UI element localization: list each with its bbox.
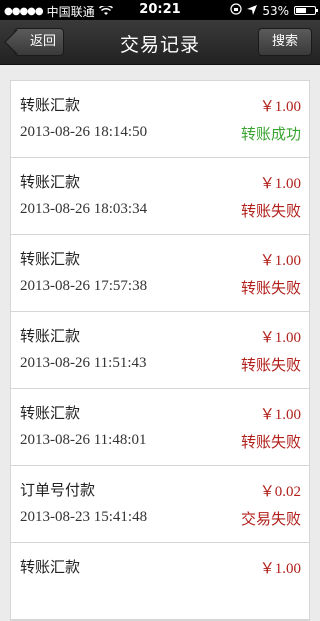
transaction-row[interactable]: 转账汇款 ￥1.00 2013-08-26 18:03:34 转账失败 xyxy=(11,158,309,235)
navigation-bar: 返回 交易记录 搜索 xyxy=(0,20,320,65)
transaction-type: 转账汇款 xyxy=(20,173,81,191)
transaction-type: 转账汇款 xyxy=(20,327,81,345)
transaction-row[interactable]: 转账汇款 ￥1.00 2013-08-26 11:48:01 转账失败 xyxy=(11,389,309,466)
search-button[interactable]: 搜索 xyxy=(258,28,312,56)
lock-rotation-icon xyxy=(230,3,242,18)
transaction-row[interactable]: 转账汇款 ￥1.00 2013-08-26 17:57:38 转账失败 xyxy=(11,235,309,312)
transaction-time: 2013-08-23 15:41:48 xyxy=(20,509,148,525)
transaction-type: 转账汇款 xyxy=(20,558,81,576)
transaction-time: 2013-08-26 17:57:38 xyxy=(20,278,148,294)
transaction-status: 转账失败 xyxy=(240,356,301,374)
transaction-status: 转账成功 xyxy=(240,125,301,143)
transaction-row[interactable]: 转账汇款 ￥1.00 2013-08-26 18:14:50 转账成功 xyxy=(11,81,309,158)
transaction-time: 2013-08-26 18:14:50 xyxy=(20,124,148,140)
transaction-status: 转账失败 xyxy=(240,279,301,297)
transaction-time: 2013-08-26 18:03:34 xyxy=(20,201,148,217)
transaction-status: 交易失败 xyxy=(240,510,301,528)
transaction-type: 转账汇款 xyxy=(20,96,81,114)
location-arrow-icon xyxy=(247,4,258,18)
transaction-time: 2013-08-26 11:51:43 xyxy=(20,355,147,371)
battery-icon xyxy=(294,6,318,15)
transaction-amount: ￥0.02 xyxy=(259,484,301,500)
transaction-list: 转账汇款 ￥1.00 2013-08-26 18:14:50 转账成功 转账汇款 ￥1.0… xyxy=(10,80,310,621)
battery-percent: 53% xyxy=(262,3,289,18)
transaction-amount: ￥1.00 xyxy=(259,99,301,115)
transaction-status: 转账失败 xyxy=(240,202,301,220)
transaction-row[interactable]: 转账汇款 ￥1.00 xyxy=(11,543,309,620)
transaction-type: 转账汇款 xyxy=(20,250,81,268)
transaction-type: 订单号付款 xyxy=(20,481,96,499)
transaction-time: 2013-08-26 11:48:01 xyxy=(20,432,147,448)
transaction-amount: ￥1.00 xyxy=(259,176,301,192)
status-bar: ●●●●● 中国联通 20:21 53% xyxy=(0,0,320,20)
transaction-amount: ￥1.00 xyxy=(259,253,301,269)
transaction-row[interactable]: 订单号付款 ￥0.02 2013-08-23 15:41:48 交易失败 xyxy=(11,466,309,543)
status-right: 53% xyxy=(230,3,318,18)
transaction-status: 转账失败 xyxy=(240,433,301,451)
transaction-row[interactable]: 转账汇款 ￥1.00 2013-08-26 11:51:43 转账失败 xyxy=(11,312,309,389)
transaction-amount: ￥1.00 xyxy=(259,330,301,346)
transaction-type: 转账汇款 xyxy=(20,404,81,422)
transaction-amount: ￥1.00 xyxy=(259,407,301,423)
